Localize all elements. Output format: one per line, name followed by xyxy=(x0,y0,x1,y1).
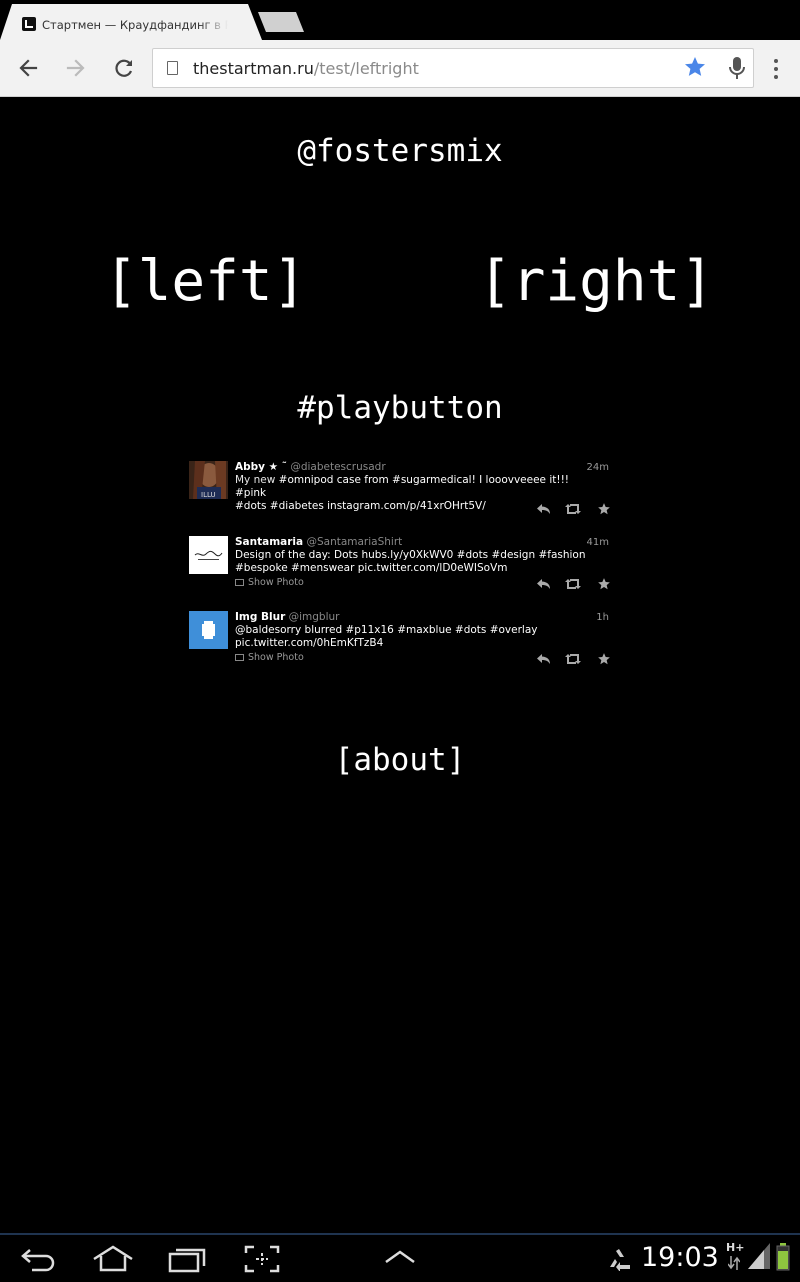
tab-strip: Стартмен — Краудфандинг в России xyxy=(0,0,800,40)
url-host: thestartman.ru xyxy=(193,59,314,78)
favorite-star-icon[interactable] xyxy=(596,576,612,590)
battery-icon xyxy=(776,1243,790,1275)
reply-icon[interactable] xyxy=(536,501,552,515)
tweet-header: Santamaria @SantamariaShirt xyxy=(235,536,402,548)
signal-icon xyxy=(748,1243,770,1273)
tweet-text-line: #dots #diabetes instagram.com/p/41xrOHrt… xyxy=(235,500,486,512)
photo-icon xyxy=(235,654,244,661)
tweet-actions xyxy=(536,501,612,515)
reply-icon[interactable] xyxy=(536,576,552,590)
page-icon xyxy=(167,61,178,75)
tweet: Img Blur @imgblur 1h @baldesorry blurred… xyxy=(188,609,612,684)
network-type-label: H+ xyxy=(726,1241,745,1254)
back-arrow-icon[interactable] xyxy=(12,52,44,84)
microphone-icon[interactable] xyxy=(725,55,749,81)
show-photo-label: Show Photo xyxy=(248,652,304,663)
screenshot-icon[interactable] xyxy=(244,1245,280,1277)
twitter-feed: ILLU Abby ★ ˜ @diabetescrusadr 24m My ne… xyxy=(188,459,612,684)
tweet-username[interactable]: @imgblur xyxy=(289,611,340,623)
tweet-actions xyxy=(536,651,612,665)
bookmark-star-icon[interactable] xyxy=(683,55,707,79)
tweet-username[interactable]: @SantamariaShirt xyxy=(306,536,402,548)
tweet-text-line: @baldesorry blurred #p11x16 #maxblue #do… xyxy=(235,624,538,636)
tweet-text-line: #bespoke #menswear pic.twitter.com/lD0eW… xyxy=(235,562,508,574)
system-navigation-bar: 19:03 H+ xyxy=(0,1233,800,1282)
tweet-text-line: Design of the day: Dots hubs.ly/y0XkWV0 … xyxy=(235,549,586,561)
photo-icon xyxy=(235,579,244,586)
active-tab[interactable]: Стартмен — Краудфандинг в России xyxy=(0,4,262,40)
web-page: @fostersmix [left] [right] #playbutton I… xyxy=(0,97,800,1233)
retweet-icon[interactable] xyxy=(565,501,581,515)
tweet-header: Img Blur @imgblur xyxy=(235,611,340,623)
tweet-author-name[interactable]: Santamaria xyxy=(235,536,303,548)
tweet-username[interactable]: @diabetescrusadr xyxy=(290,461,385,473)
handle-link[interactable]: @fostersmix xyxy=(0,133,800,169)
retweet-icon[interactable] xyxy=(565,651,581,665)
tweet-time[interactable]: 1h xyxy=(596,612,609,623)
tweet-text: Design of the day: Dots hubs.ly/y0XkWV0 … xyxy=(235,549,595,575)
about-link[interactable]: [about] xyxy=(0,742,800,778)
tweet-header: Abby ★ ˜ @diabetescrusadr xyxy=(235,461,386,473)
avatar[interactable] xyxy=(189,536,228,574)
reload-icon[interactable] xyxy=(108,52,140,84)
browser-toolbar: thestartman.ru/test/leftright xyxy=(0,40,800,97)
tweet-actions xyxy=(536,576,612,590)
tweet-text-line: #omnipod case from #sugarmedical! I looo… xyxy=(235,474,570,499)
address-bar[interactable]: thestartman.ru/test/leftright xyxy=(152,48,754,88)
playbutton-link[interactable]: #playbutton xyxy=(0,390,800,426)
show-photo-link[interactable]: Show Photo xyxy=(235,652,304,663)
tweet-author-name[interactable]: Abby ★ ˜ xyxy=(235,461,287,473)
show-photo-label: Show Photo xyxy=(248,577,304,588)
svg-text:ILLU: ILLU xyxy=(201,491,216,499)
chevron-up-icon[interactable] xyxy=(384,1249,416,1269)
home-icon[interactable] xyxy=(92,1245,134,1277)
sync-recycle-icon xyxy=(606,1247,632,1275)
tweet: Santamaria @SantamariaShirt 41m Design o… xyxy=(188,534,612,609)
tweet-text-line: pic.twitter.com/0hEmKfTzB4 xyxy=(235,637,384,649)
tweet-text-prefix: My new xyxy=(235,474,279,486)
recent-apps-icon[interactable] xyxy=(168,1245,208,1277)
left-link[interactable]: [left] xyxy=(104,249,306,314)
tweet-time[interactable]: 41m xyxy=(587,537,609,548)
new-tab-button[interactable] xyxy=(258,12,304,32)
data-arrows-icon xyxy=(727,1255,741,1274)
tab-title: Стартмен — Краудфандинг в России xyxy=(42,18,228,32)
retweet-icon[interactable] xyxy=(565,576,581,590)
reply-icon[interactable] xyxy=(536,651,552,665)
back-icon[interactable] xyxy=(20,1245,58,1277)
favorite-star-icon[interactable] xyxy=(596,501,612,515)
url-path: /test/leftright xyxy=(313,59,419,78)
avatar[interactable]: ILLU xyxy=(189,461,228,499)
avatar[interactable] xyxy=(189,611,228,649)
favorite-star-icon[interactable] xyxy=(596,651,612,665)
tweet-time[interactable]: 24m xyxy=(587,462,609,473)
right-link[interactable]: [right] xyxy=(478,249,714,314)
tweet-text: @baldesorry blurred #p11x16 #maxblue #do… xyxy=(235,624,595,650)
overflow-menu-icon[interactable] xyxy=(766,58,786,80)
tweet: ILLU Abby ★ ˜ @diabetescrusadr 24m My ne… xyxy=(188,459,612,534)
tweet-author-name[interactable]: Img Blur xyxy=(235,611,285,623)
url-text[interactable]: thestartman.ru/test/leftright xyxy=(193,59,419,78)
site-favicon-icon xyxy=(22,17,36,31)
forward-arrow-icon[interactable] xyxy=(60,52,92,84)
show-photo-link[interactable]: Show Photo xyxy=(235,577,304,588)
clock: 19:03 xyxy=(641,1242,719,1273)
